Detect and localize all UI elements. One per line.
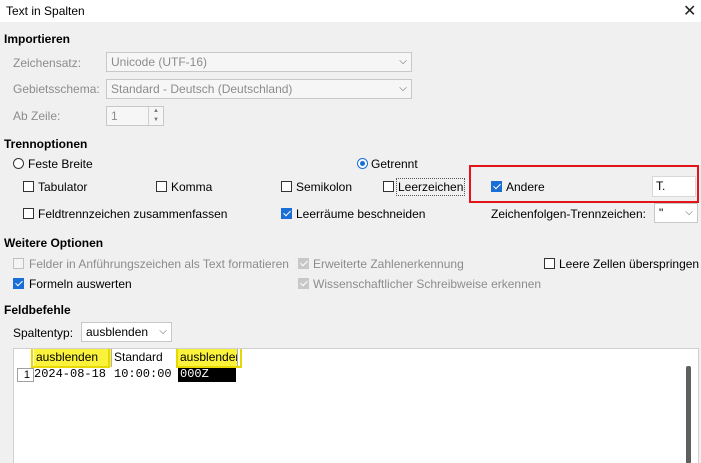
preview-grid[interactable]: ausblenden Standard ausblenden 1 2024-08… [13,348,699,463]
comma-checkbox[interactable] [156,181,167,192]
merge-checkbox[interactable] [23,208,34,219]
charset-label: Zeichensatz: [13,56,82,70]
chevron-down-icon: ⌵ [685,207,693,218]
comma-label: Komma [171,180,213,194]
space-label: Leerzeichen [396,178,466,196]
fields-heading: Feldbefehle [4,303,71,317]
trim-label: Leerräume beschneiden [296,207,426,221]
semicolon-label: Semikolon [296,180,353,194]
detect-special-checkbox[interactable] [298,258,309,269]
column-type-label: Spaltentyp: [13,326,74,340]
title-bar [0,0,701,22]
string-delimiter-label: Zeichenfolgen-Trennzeichen: [491,207,646,221]
column-type-value: ausblenden [86,325,149,339]
import-heading: Importieren [4,32,71,46]
from-row-value: 1 [111,109,118,123]
chevron-down-icon: ⌵ [159,326,167,337]
fixed-width-radio[interactable] [13,158,24,169]
table-cell[interactable]: 000Z [178,368,236,382]
string-delimiter-select[interactable]: " ⌵ [654,203,698,223]
from-row-spinner[interactable]: 1 ▲ ▼ [106,106,164,126]
other-options-heading: Weitere Optionen [4,236,104,250]
chevron-down-icon: ⌵ [399,56,407,67]
column-type-select[interactable]: ausblenden ⌵ [81,322,172,342]
trim-checkbox[interactable] [281,208,292,219]
detect-special-label: Erweiterte Zahlenerkennung [313,257,464,271]
space-checkbox[interactable] [383,181,394,192]
separated-radio[interactable] [357,158,368,169]
tab-label: Tabulator [38,180,88,194]
table-cell[interactable]: 10:00:00 [114,368,172,382]
vertical-scrollbar[interactable] [686,366,691,463]
tab-checkbox[interactable] [23,181,34,192]
highlight-box [31,349,110,368]
fixed-width-label: Feste Breite [28,157,93,171]
quoted-as-text-checkbox[interactable] [13,258,24,269]
evaluate-formulas-checkbox[interactable] [13,278,24,289]
row-number: 1 [17,368,34,382]
locale-label: Gebietsschema: [13,82,100,96]
chevron-down-icon: ⌵ [399,83,407,94]
separator-heading: Trennoptionen [4,137,88,151]
skip-empty-label: Leere Zellen überspringen [559,257,700,271]
from-row-label: Ab Zeile: [13,109,61,123]
highlight-box [176,349,242,368]
merge-label: Feldtrennzeichen zusammenfassen [38,207,228,221]
string-delimiter-value: " [659,206,664,220]
other-separator-input[interactable]: T. [652,176,696,197]
close-icon[interactable]: ✕ [683,1,696,21]
column-header[interactable]: Standard [112,349,178,367]
semicolon-checkbox[interactable] [281,181,292,192]
charset-select[interactable]: Unicode (UTF-16) ⌵ [106,52,412,72]
spin-arrows-icon[interactable]: ▲ ▼ [148,107,163,125]
skip-empty-checkbox[interactable] [544,258,555,269]
charset-value: Unicode (UTF-16) [111,55,208,69]
other-label: Andere [506,180,545,194]
separated-label: Getrennt [371,157,418,171]
other-checkbox[interactable] [491,181,502,192]
table-cell[interactable]: 2024-08-18 [34,368,106,382]
quoted-as-text-label: Felder in Anführungszeichen als Text for… [29,257,289,271]
locale-select[interactable]: Standard - Deutsch (Deutschland) ⌵ [106,79,412,99]
scientific-label: Wissenschaftlicher Schreibweise erkennen [313,277,542,291]
evaluate-formulas-label: Formeln auswerten [29,277,132,291]
locale-value: Standard - Deutsch (Deutschland) [111,82,293,96]
window-title: Text in Spalten [6,4,85,18]
scientific-checkbox[interactable] [298,278,309,289]
